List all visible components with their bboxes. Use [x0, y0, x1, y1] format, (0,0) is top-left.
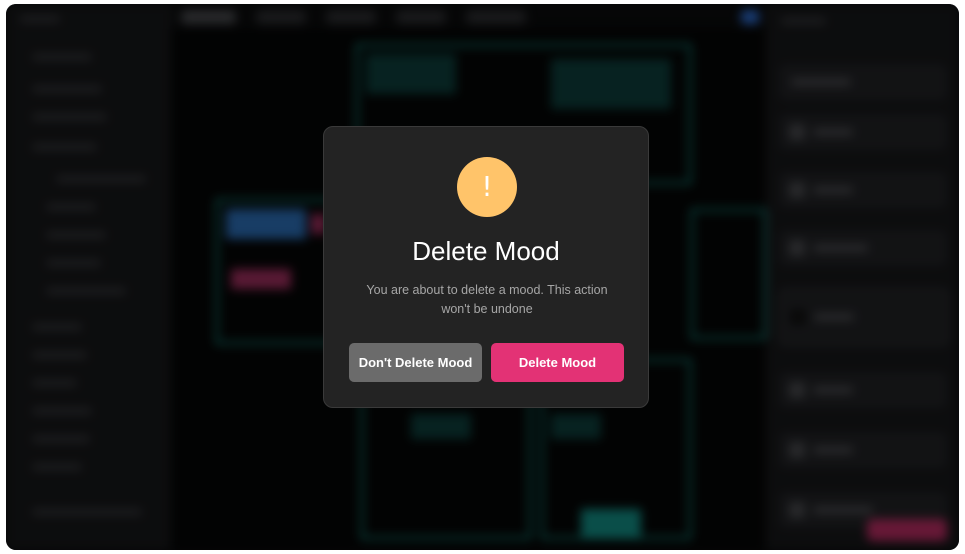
delete-mood-button[interactable]: Delete Mood: [491, 343, 624, 382]
delete-mood-dialog: ! Delete Mood You are about to delete a …: [323, 126, 649, 408]
dialog-message: You are about to delete a mood. This act…: [366, 283, 608, 316]
warning-icon: !: [457, 157, 517, 217]
dialog-title: Delete Mood: [412, 236, 560, 266]
dont-delete-mood-button[interactable]: Don't Delete Mood: [349, 343, 482, 382]
